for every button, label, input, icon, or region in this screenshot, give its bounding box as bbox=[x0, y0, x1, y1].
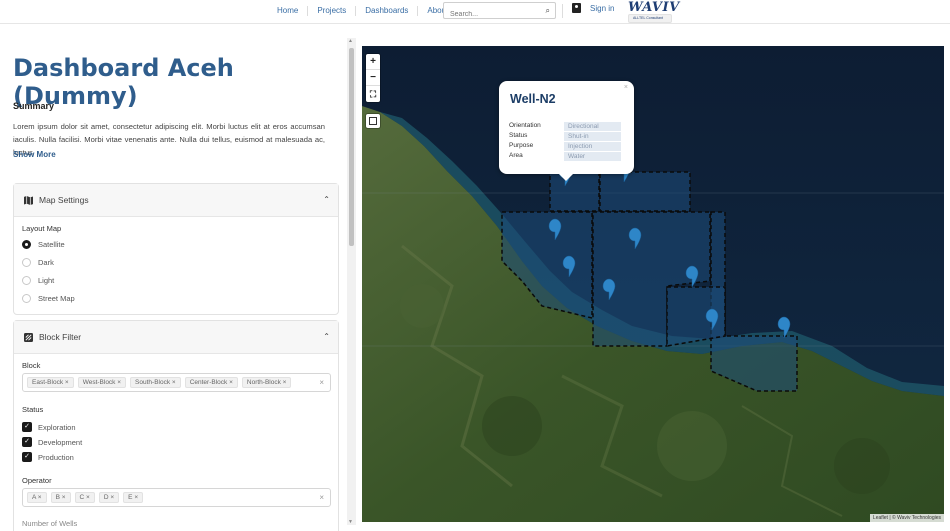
tag-south-block[interactable]: South-Block × bbox=[130, 377, 181, 388]
popup-value: Injection bbox=[564, 142, 621, 151]
summary-text: Lorem ipsum dolor sit amet, consectetur … bbox=[13, 122, 325, 157]
scroll-thumb[interactable] bbox=[349, 48, 354, 246]
popup-row: Area Water bbox=[509, 152, 621, 162]
popup-value: Directional bbox=[564, 122, 621, 131]
map-icon bbox=[24, 195, 33, 205]
left-panel: Dashboard Aceh (Dummy) Summary Lorem ips… bbox=[0, 25, 347, 531]
checkbox-development[interactable]: ✓ Development bbox=[22, 437, 82, 447]
popup-value: Shut-in bbox=[564, 132, 621, 141]
popup-key: Status bbox=[509, 132, 528, 139]
tag-operator-c[interactable]: C × bbox=[74, 492, 95, 503]
layers-icon[interactable] bbox=[366, 114, 380, 128]
zoom-out-button[interactable]: − bbox=[366, 70, 380, 86]
logo-tagline: ALLTEL Consultant bbox=[628, 14, 672, 23]
radio-label: Satellite bbox=[38, 240, 65, 249]
clear-icon[interactable]: × bbox=[319, 493, 324, 502]
radio-dark[interactable]: Dark bbox=[22, 258, 54, 267]
checkmark-icon: ✓ bbox=[22, 452, 32, 462]
top-navbar: Home Projects Dashboards About ⌕ Sign in… bbox=[0, 0, 950, 24]
checkbox-label: Development bbox=[38, 437, 83, 447]
radio-dot bbox=[22, 294, 31, 303]
tag-north-block[interactable]: North-Block × bbox=[241, 377, 292, 388]
clear-icon[interactable]: × bbox=[319, 378, 324, 387]
radio-dot bbox=[22, 276, 31, 285]
map-settings-title: Map Settings bbox=[39, 195, 89, 205]
popup-key: Purpose bbox=[509, 142, 534, 149]
radio-label: Street Map bbox=[38, 294, 75, 303]
operator-multiselect[interactable]: A × B × C × D × E × × bbox=[22, 488, 331, 507]
scroll-up-icon[interactable]: ▲ bbox=[348, 38, 353, 44]
radio-label: Dark bbox=[38, 258, 54, 267]
radio-light[interactable]: Light bbox=[22, 276, 54, 285]
zoom-in-button[interactable]: + bbox=[366, 54, 380, 70]
popup-key: Orientation bbox=[509, 122, 541, 129]
popup-title: Well-N2 bbox=[510, 92, 556, 106]
user-icon bbox=[572, 3, 581, 13]
checkbox-label: Production bbox=[38, 452, 74, 462]
chevron-up-icon[interactable]: ⌃ bbox=[323, 195, 330, 204]
tag-west-block[interactable]: West-Block × bbox=[77, 377, 127, 388]
tag-operator-a[interactable]: A × bbox=[27, 492, 47, 503]
popup-row: Status Shut-in bbox=[509, 132, 621, 142]
block-filter-header[interactable]: Block Filter ⌃ bbox=[14, 321, 338, 354]
checkmark-icon: ✓ bbox=[22, 437, 32, 447]
left-panel-scrollbar[interactable]: ▲ ▼ bbox=[347, 38, 356, 525]
radio-dot bbox=[22, 240, 31, 249]
radio-street-map[interactable]: Street Map bbox=[22, 294, 75, 303]
search-box: ⌕ bbox=[443, 2, 556, 22]
checkbox-production[interactable]: ✓ Production bbox=[22, 452, 74, 462]
chevron-up-icon[interactable]: ⌃ bbox=[323, 332, 330, 341]
filter-icon bbox=[24, 332, 33, 342]
block-filter-title: Block Filter bbox=[39, 332, 82, 342]
popup-value: Water bbox=[564, 152, 621, 161]
nav-divider bbox=[562, 4, 563, 18]
block-multiselect[interactable]: East-Block × West-Block × South-Block × … bbox=[22, 373, 331, 392]
satellite-map[interactable] bbox=[362, 46, 944, 522]
radio-dot bbox=[22, 258, 31, 267]
map-settings-card: Map Settings ⌃ Layout Map Satellite Dark… bbox=[13, 183, 339, 315]
search-icon[interactable]: ⌕ bbox=[546, 6, 550, 16]
popup-key: Area bbox=[509, 152, 523, 159]
tag-operator-d[interactable]: D × bbox=[98, 492, 120, 503]
popup-row: Purpose Injection bbox=[509, 142, 621, 152]
well-popup: × Well-N2 Orientation Directional Status S… bbox=[499, 81, 634, 181]
signin-link[interactable]: Sign in bbox=[572, 3, 614, 13]
operator-label: Operator bbox=[22, 476, 52, 485]
block-filter-card: Block Filter ⌃ Block East-Block × West-B… bbox=[13, 320, 339, 531]
search-input[interactable] bbox=[444, 7, 534, 22]
nav-link-dashboards[interactable]: Dashboards bbox=[356, 6, 419, 16]
checkbox-label: Exploration bbox=[38, 422, 76, 432]
nav-link-home[interactable]: Home bbox=[268, 6, 309, 16]
zoom-control: + − ⛶ bbox=[366, 54, 380, 102]
checkmark-icon: ✓ bbox=[22, 422, 32, 432]
fullscreen-button[interactable]: ⛶ bbox=[366, 86, 380, 102]
show-more-link[interactable]: Show More bbox=[13, 150, 56, 159]
radio-satellite[interactable]: Satellite bbox=[22, 240, 65, 249]
close-icon[interactable]: × bbox=[624, 84, 628, 91]
tag-operator-b[interactable]: B × bbox=[50, 492, 71, 503]
scroll-down-icon[interactable]: ▼ bbox=[348, 519, 353, 525]
company-logo[interactable]: WAVIV ALLTEL Consultant bbox=[628, 0, 680, 23]
map-settings-header[interactable]: Map Settings ⌃ bbox=[14, 184, 338, 217]
signin-label: Sign in bbox=[590, 3, 615, 13]
nav-links: Home Projects Dashboards About bbox=[268, 0, 457, 22]
tag-operator-e[interactable]: E × bbox=[123, 492, 144, 503]
nav-link-projects[interactable]: Projects bbox=[308, 6, 357, 16]
layout-map-label: Layout Map bbox=[22, 224, 62, 233]
logo-wordmark: WAVIV bbox=[628, 0, 680, 15]
popup-row: Orientation Directional bbox=[509, 122, 621, 132]
status-label: Status bbox=[22, 405, 44, 414]
checkbox-exploration[interactable]: ✓ Exploration bbox=[22, 422, 76, 432]
tag-east-block[interactable]: East-Block × bbox=[27, 377, 74, 388]
page-title: Dashboard Aceh (Dummy) bbox=[13, 54, 234, 110]
map-view[interactable]: + − ⛶ × Well-N2 Orientation Directional S… bbox=[362, 46, 944, 522]
radio-label: Light bbox=[38, 276, 55, 285]
summary-heading: Summary bbox=[13, 101, 55, 111]
map-attribution[interactable]: Leaflet | © Waviv Technologies bbox=[869, 514, 944, 522]
block-label: Block bbox=[22, 361, 41, 370]
number-of-wells-label: Number of Wells bbox=[22, 519, 78, 528]
tag-center-block[interactable]: Center-Block × bbox=[184, 377, 238, 388]
